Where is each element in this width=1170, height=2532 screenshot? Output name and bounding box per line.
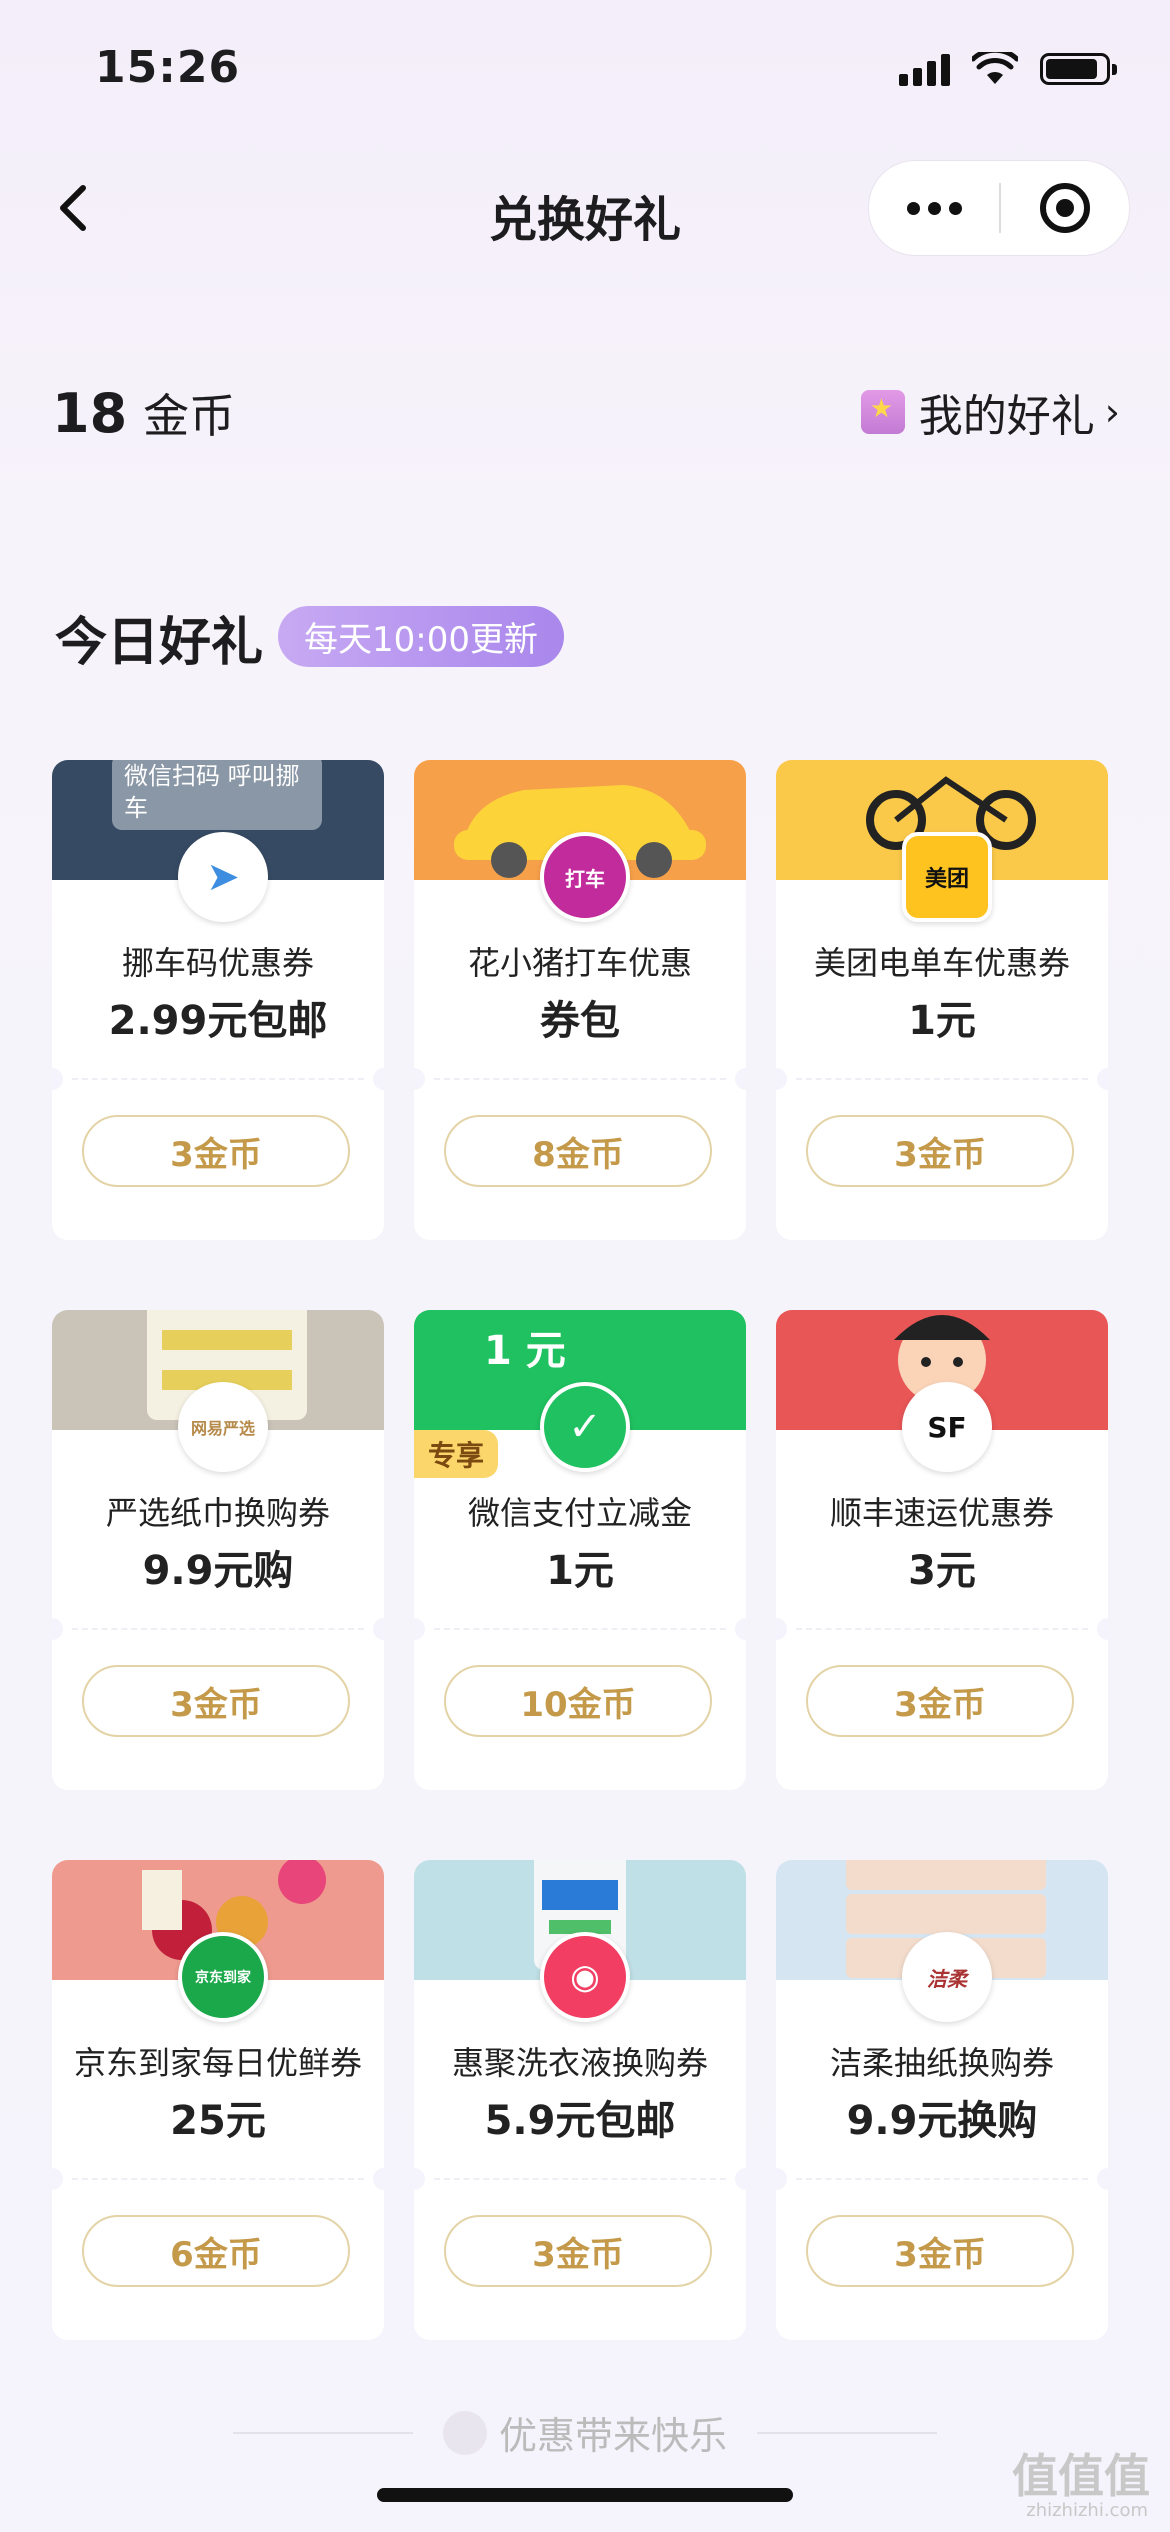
redeem-button[interactable]: 3金币 (806, 1665, 1074, 1737)
redeem-button[interactable]: 10金币 (444, 1665, 712, 1737)
wifi-icon (972, 52, 1018, 84)
gift-card[interactable]: 打车 花小猪打车优惠 券包 8金币 (414, 760, 746, 1240)
jierou-logo-icon: 洁柔 (902, 1932, 992, 2022)
my-gifts-link[interactable]: 我的好礼 › (860, 380, 1120, 444)
watermark-url: zhizhizhi.com (1026, 2500, 1148, 2521)
gift-name: 微信支付立减金 (467, 1494, 692, 1532)
my-gifts-label: 我的好礼 (918, 391, 1095, 442)
banner-caption: 微信扫码 呼叫挪车 (112, 760, 322, 830)
gift-name: 严选纸巾换购券 (105, 1494, 330, 1532)
close-miniprogram-button[interactable] (1001, 183, 1129, 233)
redeem-button[interactable]: 3金币 (82, 1665, 350, 1737)
coin-unit: 金币 (143, 389, 236, 443)
meituan-logo-icon: 美团 (902, 832, 992, 922)
gift-name: 花小猪打车优惠 (467, 944, 692, 982)
redeem-button[interactable]: 6金币 (82, 2215, 350, 2287)
huaxiaozhu-logo-icon: 打车 (540, 832, 630, 922)
gift-price: 2.99元包邮 (108, 998, 328, 1044)
update-time-badge: 每天10:00更新 (278, 606, 564, 667)
jd-daojia-logo-icon: 京东到家 (178, 1932, 268, 2022)
redeem-button[interactable]: 8金币 (444, 1115, 712, 1187)
coin-balance: 18 金币 (52, 380, 235, 446)
gift-price: 3元 (908, 1548, 976, 1594)
coin-count: 18 (52, 382, 128, 445)
gift-price: 25元 (170, 2098, 266, 2144)
gift-price: 9.9元购 (142, 1548, 294, 1594)
banner-caption: 1 元 (484, 1328, 566, 1374)
gift-card[interactable]: SF 顺丰速运优惠券 3元 3金币 (776, 1310, 1108, 1790)
miniprogram-capsule (868, 160, 1130, 256)
gift-name: 惠聚洗衣液换购券 (451, 2044, 708, 2082)
wechat-pay-icon: ✓ (540, 1382, 630, 1472)
gift-card[interactable]: ◉ 惠聚洗衣液换购券 5.9元包邮 3金币 (414, 1860, 746, 2340)
section-title: 今日好礼 (55, 613, 264, 673)
gift-name: 京东到家每日优鲜券 (73, 2044, 362, 2082)
gift-card[interactable]: 洁柔 洁柔抽纸换购券 9.9元换购 3金币 (776, 1860, 1108, 2340)
target-icon (1040, 183, 1090, 233)
redeem-button[interactable]: 3金币 (806, 1115, 1074, 1187)
navigation-bar: 兑换好礼 (0, 160, 1170, 260)
yanxuan-logo-icon: 网易严选 (178, 1382, 268, 1472)
redeem-button[interactable]: 3金币 (82, 1115, 350, 1187)
gift-name: 挪车码优惠券 (121, 944, 314, 982)
gift-card[interactable]: 京东到家 京东到家每日优鲜券 25元 6金币 (52, 1860, 384, 2340)
status-time: 15:26 (95, 42, 241, 93)
gift-card[interactable]: 1 元 专享 ✓ 微信支付立减金 1元 10金币 (414, 1310, 746, 1790)
gift-price: 9.9元换购 (846, 2098, 1038, 2144)
gift-price: 券包 (540, 998, 620, 1044)
brand-mark-icon (442, 2410, 487, 2455)
redeem-button[interactable]: 3金币 (444, 2215, 712, 2287)
gift-price: 5.9元包邮 (484, 2098, 676, 2144)
battery-icon (1040, 53, 1117, 85)
more-options-icon[interactable] (869, 201, 999, 215)
chevron-right-icon: › (1104, 390, 1120, 434)
gift-card[interactable]: 微信扫码 呼叫挪车 ➤ 挪车码优惠券 2.99元包邮 3金币 (52, 760, 384, 1240)
navigation-arrow-icon: ➤ (178, 832, 268, 922)
gift-name: 美团电单车优惠券 (813, 944, 1070, 982)
sf-express-logo-icon: SF (902, 1382, 992, 1472)
footer-text: 优惠带来快乐 (498, 2414, 727, 2458)
gift-price: 1元 (908, 998, 976, 1044)
gift-box-icon (860, 390, 905, 434)
status-bar: 15:26 (0, 0, 1170, 150)
cellular-signal-icon (899, 52, 950, 86)
exclusive-tag: 专享 (414, 1430, 499, 1478)
gift-price: 1元 (546, 1548, 614, 1594)
footer-slogan: 优惠带来快乐 (0, 2405, 1170, 2460)
home-indicator[interactable] (377, 2488, 793, 2502)
gift-name: 顺丰速运优惠券 (829, 1494, 1054, 1532)
huiju-logo-icon: ◉ (540, 1932, 630, 2022)
gift-name: 洁柔抽纸换购券 (829, 2044, 1054, 2082)
gift-card[interactable]: 网易严选 严选纸巾换购券 9.9元购 3金币 (52, 1310, 384, 1790)
watermark-logo: 值值值 (1012, 2449, 1150, 2503)
redeem-button[interactable]: 3金币 (806, 2215, 1074, 2287)
gift-card[interactable]: 美团 美团电单车优惠券 1元 3金币 (776, 760, 1108, 1240)
